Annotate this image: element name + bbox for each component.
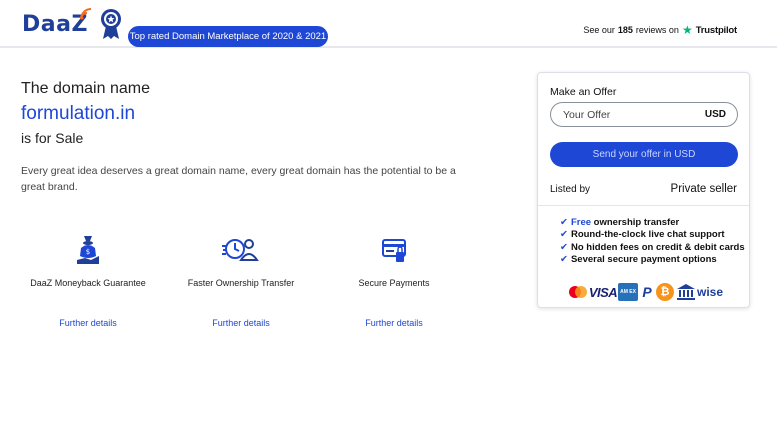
amex-icon: AM EX: [618, 283, 638, 301]
feature-moneyback: $ DaaZ Moneyback Guarantee Further detai…: [13, 234, 163, 328]
further-details-link[interactable]: Further details: [166, 318, 316, 328]
moneyback-icon: $: [77, 236, 99, 264]
check-icon: ✔: [560, 253, 568, 265]
trustpilot-reviews[interactable]: See our 185 reviews on ★ Trustpilot: [583, 23, 737, 37]
intro-line-1: The domain name: [21, 80, 150, 97]
svg-text:$: $: [86, 248, 90, 256]
trustpilot-brand: Trustpilot: [695, 24, 737, 36]
check-icon: ✔: [560, 229, 568, 241]
check-icon: ✔: [560, 241, 568, 253]
offer-card: Make an Offer USD Send your offer in USD…: [537, 72, 750, 308]
logo-text: DaaZ: [22, 12, 88, 37]
feature-title: DaaZ Moneyback Guarantee: [30, 278, 146, 288]
reviews-suffix: reviews on: [635, 25, 679, 35]
paypal-icon: P: [642, 284, 652, 300]
mastercard-icon: [568, 283, 588, 301]
feature-fast-transfer: Faster Ownership Transfer Further detail…: [166, 234, 316, 328]
header: DaaZ Top rated Domain Marketplace of 202…: [0, 0, 777, 48]
payment-methods: VISA AM EX P ₿ wise: [568, 283, 724, 301]
daaz-logo[interactable]: DaaZ: [22, 8, 121, 39]
domain-name: formulation.in: [21, 103, 136, 124]
award-badge-icon: [101, 9, 121, 39]
currency-label: USD: [704, 109, 726, 120]
benefits-list: ✔ Free ownership transfer ✔ Round-the-cloc…: [560, 217, 745, 266]
seller-name: Private seller: [670, 183, 737, 195]
further-details-link[interactable]: Further details: [13, 318, 163, 328]
listed-by-label: Listed by: [550, 184, 591, 195]
further-details-link[interactable]: Further details: [319, 318, 469, 328]
reviews-count: 185: [617, 25, 633, 35]
fast-transfer-icon: [222, 239, 259, 261]
trustpilot-star-icon: ★: [681, 23, 693, 37]
check-icon: ✔: [560, 217, 568, 228]
signal-icon: [80, 8, 92, 20]
bitcoin-icon: ₿: [656, 283, 674, 301]
secure-payment-icon: [382, 239, 406, 262]
intro-line-2: is for Sale: [21, 130, 84, 146]
divider: [538, 205, 749, 206]
feature-secure-payments: Secure Payments Further details: [319, 234, 469, 328]
offer-input-wrapper[interactable]: USD: [550, 102, 738, 127]
bank-transfer-icon: [676, 283, 696, 301]
tagline-badge: Top rated Domain Marketplace of 2020 & 2…: [128, 26, 328, 47]
wise-icon: wise: [697, 285, 724, 299]
benefit-item: ✔ Several secure payment options: [560, 253, 717, 265]
benefit-item: ✔ No hidden fees on credit & debit cards: [560, 241, 745, 253]
description: Every great idea deserves a great domain…: [21, 165, 456, 193]
visa-icon: VISA: [588, 284, 618, 300]
offer-heading: Make an Offer: [550, 86, 617, 98]
reviews-prefix: See our: [583, 25, 615, 35]
send-offer-button[interactable]: Send your offer in USD: [550, 142, 738, 167]
feature-title: Faster Ownership Transfer: [187, 278, 295, 288]
benefit-item: ✔ Round-the-clock live chat support: [560, 229, 725, 241]
feature-title: Secure Payments: [358, 278, 430, 288]
benefit-item: ✔ Free ownership transfer: [560, 217, 680, 228]
offer-amount-input[interactable]: [563, 108, 683, 121]
